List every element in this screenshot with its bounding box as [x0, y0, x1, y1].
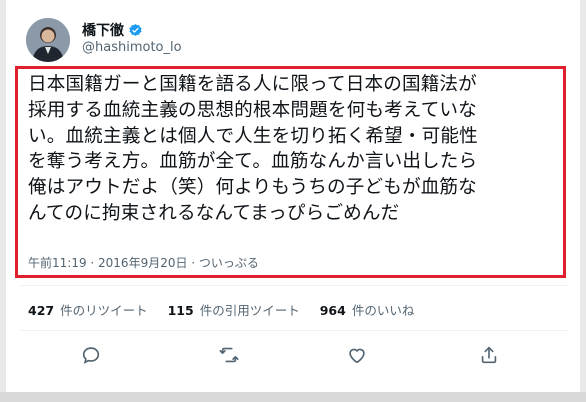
tweet-line: んてのに拘束されるなんてまっぴらごめんだ: [28, 202, 400, 224]
retweet-count[interactable]: 427 件のリツイート: [28, 300, 148, 319]
quote-count-label: 件の引用ツイート: [199, 303, 300, 318]
next-tweet-edge: [0, 392, 586, 402]
quote-count-value: 115: [167, 303, 194, 318]
like-icon[interactable]: [346, 344, 368, 366]
tweet-line: 俺はアウトだよ（笑）何よりもうちの子どもが血筋な: [28, 177, 477, 199]
quote-count[interactable]: 115 件の引用ツイート: [168, 300, 300, 319]
divider: [20, 330, 568, 331]
divider: [20, 285, 568, 286]
tweet-stats: 427 件のリツイート 115 件の引用ツイート 964 件のいいね: [28, 300, 414, 319]
share-icon[interactable]: [478, 344, 500, 366]
tweet-line: を奪う考え方。血筋が全て。血筋なんか言い出したら: [28, 151, 478, 173]
tweet-card: 橋下徹 @hashimoto_lo 日本国籍ガーと国籍を語る人に限って日本の国籍…: [6, 0, 580, 402]
retweet-count-value: 427: [28, 303, 55, 318]
like-count-value: 964: [319, 303, 346, 318]
retweet-count-label: 件のリツイート: [60, 303, 148, 318]
user-name-row: 橋下徹: [82, 20, 143, 40]
user-name[interactable]: 橋下徹: [82, 20, 124, 40]
reply-icon[interactable]: [80, 344, 102, 366]
retweet-icon[interactable]: [218, 344, 240, 366]
tweet-line: い。血統主義とは個人で人生を切り拓く希望・可能性: [28, 125, 478, 147]
tweet-line: 日本国籍ガーと国籍を語る人に限って日本の国籍法が: [28, 74, 477, 95]
user-handle[interactable]: @hashimoto_lo: [82, 40, 182, 55]
like-count-label: 件のいいね: [351, 303, 415, 318]
verified-badge-icon: [128, 23, 143, 38]
tweet-timestamp[interactable]: 午前11:19 · 2016年9月20日 · ついっぷる: [28, 254, 259, 271]
avatar-image: [26, 18, 70, 62]
tweet-line: 採用する血統主義の思想的根本問題を何も考えていな: [28, 99, 477, 121]
like-count[interactable]: 964 件のいいね: [320, 300, 415, 319]
tweet-text: 日本国籍ガーと国籍を語る人に限って日本の国籍法が 採用する血統主義の思想的根本問…: [28, 72, 558, 227]
avatar[interactable]: [26, 18, 70, 62]
